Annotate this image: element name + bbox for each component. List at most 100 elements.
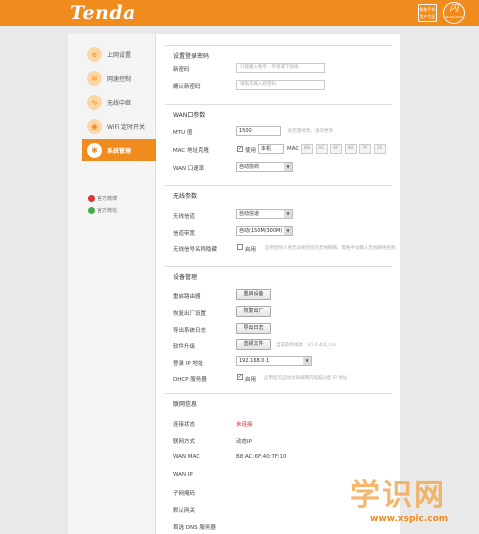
social-icon [88, 195, 95, 202]
watermark-text: 学识网 [350, 478, 446, 513]
speed-icon: ≋ [87, 70, 102, 86]
mac-octet-field[interactable]: 10 [373, 144, 386, 154]
hide-ssid-check-label: 启用 [245, 247, 257, 253]
firmware-version-hint: 当前软件版本：V1.0.4(0_cn) [276, 343, 336, 348]
export-log-label: 导出系统日志 [173, 328, 207, 334]
dhcp-checkbox[interactable]: ✓ [237, 374, 243, 380]
mac-clone-label: MAC 地址克隆 [173, 148, 210, 154]
tenda-wifi-label: Tenda Wi-Fi [445, 15, 463, 19]
chevron-down-icon: ▼ [284, 163, 292, 171]
sidebar-item[interactable]: e 上网设置 [82, 43, 156, 65]
mac-octet-field[interactable]: AC [315, 144, 328, 154]
sidebar-item[interactable]: ◉ WiFi 定时开关 [82, 115, 156, 137]
section-network: 联网信息 [165, 393, 392, 408]
watermark: 学识网 www.xspic.com [320, 470, 479, 534]
tenda-wifi-icon: 闪 [449, 4, 459, 14]
mac-clone-checkbox[interactable]: ✓ [237, 146, 243, 152]
bandwidth-select[interactable]: 自动(150M/300M) ▼ [236, 226, 293, 236]
bandwidth-value: 自动(150M/300M) [239, 228, 283, 234]
section-title: 无线参数 [173, 193, 198, 200]
confirm-password-input[interactable]: 请再次输入新密码 [236, 80, 325, 90]
reset-label: 恢复出厂设置 [173, 311, 207, 317]
globe-icon: e [87, 46, 102, 62]
network-info-label: 连接状态 [173, 422, 196, 428]
gear-icon: ✱ [87, 142, 102, 158]
mac-octet-field[interactable]: 40 [344, 144, 357, 154]
tenda-wifi-app-button[interactable]: 闪 Tenda Wi-Fi [443, 2, 465, 24]
sidebar-item[interactable]: ∿ 无线中继 [82, 91, 156, 113]
section-title: 联网信息 [173, 401, 198, 408]
mac-prefix-label: MAC [287, 146, 300, 152]
social-link[interactable]: 官方微信 [88, 207, 117, 214]
upgrade-label: 软件升级 [173, 344, 196, 350]
channel-value: 自动信道 [239, 211, 260, 217]
sidebar-item-label: 系统管理 [107, 147, 132, 155]
section-title: 设备管理 [173, 274, 198, 281]
reboot-button[interactable]: 重启设备 [236, 289, 271, 300]
chevron-down-icon: ▼ [284, 210, 292, 218]
header-bar: Tenda 智能手机 用户专区 闪 Tenda Wi-Fi [0, 0, 479, 26]
sidebar-item-label: 网速控制 [107, 75, 132, 83]
lan-ip-select[interactable]: 192.168.0.1 ▼ [236, 356, 312, 366]
channel-select[interactable]: 自动信道 ▼ [236, 209, 293, 219]
sidebar-item-label: WiFi 定时开关 [107, 123, 146, 131]
social-label: 官方微信 [97, 208, 118, 214]
network-info-label: 子网掩码 [173, 490, 196, 497]
mac-source-value: 本机 [261, 146, 272, 152]
relay-icon: ∿ [87, 94, 102, 110]
sidebar-item-label: 无线中继 [107, 99, 132, 107]
dhcp-hint: 启用后可自动为局域网内电脑分配 IP 地址 [264, 376, 348, 381]
mtu-value: 1500 [239, 128, 252, 134]
social-label: 官方微博 [97, 196, 118, 202]
mac-octet-field[interactable]: 7F [359, 144, 371, 154]
mac-octet-field[interactable]: B8 [301, 144, 313, 154]
hide-ssid-label: 无线信号名称隐藏 [173, 247, 218, 253]
sidebar-item[interactable]: ✱ 系统管理 [82, 139, 156, 161]
new-password-input[interactable]: 只能输入数字、字母或下划线 [236, 63, 325, 73]
hide-ssid-checkbox[interactable] [237, 244, 243, 250]
watermark-url: www.xspic.com [370, 514, 449, 524]
mobile-user-line2: 用户专区 [419, 14, 436, 19]
network-info-label: WAN IP [173, 471, 193, 478]
lan-ip-value: 192.168.0.1 [239, 358, 270, 364]
network-info-label: 首选 DNS 服务器 [173, 525, 216, 532]
mtu-input[interactable]: 1500 [236, 126, 281, 136]
social-link[interactable]: 官方微博 [88, 195, 117, 202]
network-info-label: 默认网关 [173, 508, 196, 514]
section-device: 设备管理 [165, 266, 392, 281]
hide-ssid-hint: 启用后别人将无法搜到您的无线网络，需要手动输入无线网络名称 [265, 246, 396, 251]
mtu-hint: 如无需修改，请勿更改 [288, 129, 333, 134]
reboot-label: 重启路由器 [173, 294, 201, 300]
chevron-down-icon: ▼ [284, 227, 292, 235]
tenda-logo: Tenda [70, 2, 136, 24]
section-login: 设置登录密码 [165, 45, 392, 60]
confirm-password-label: 确认新密码 [173, 84, 201, 90]
new-password-label: 新密码 [173, 67, 190, 73]
sidebar-item[interactable]: ≋ 网速控制 [82, 67, 156, 89]
section-title: 设置登录密码 [173, 53, 210, 60]
reset-button[interactable]: 恢复出厂 [236, 306, 271, 317]
chevron-down-icon: ▼ [303, 357, 311, 365]
section-title: WAN口参数 [173, 112, 206, 119]
network-info-value: B8:AC:6F:40:7F:10 [236, 454, 287, 461]
dhcp-check-label: 启用 [245, 377, 257, 383]
network-info-label: 联网方式 [173, 439, 196, 446]
section-wan: WAN口参数 [165, 104, 392, 119]
mac-octet-field[interactable]: 6F [330, 144, 342, 154]
mac-source-select[interactable]: 本机 [258, 144, 284, 154]
mobile-user-button[interactable]: 智能手机 用户专区 [418, 4, 437, 22]
mtu-label: MTU 值 [173, 130, 193, 136]
wan-speed-select[interactable]: 自动协商 ▼ [236, 162, 293, 172]
network-info-value: 未连接 [236, 422, 253, 428]
dhcp-label: DHCP 服务器 [173, 377, 207, 383]
wifi-icon: ◉ [87, 118, 102, 134]
lan-ip-label: 登录 IP 地址 [173, 361, 204, 367]
wan-speed-value: 自动协商 [239, 164, 260, 170]
bandwidth-label: 信道带宽 [173, 231, 196, 237]
mobile-user-line1: 智能手机 [419, 7, 436, 12]
section-wireless: 无线参数 [165, 185, 392, 200]
export-log-button[interactable]: 导出日志 [236, 323, 271, 334]
wan-speed-label: WAN 口速率 [173, 166, 205, 172]
choose-file-button[interactable]: 选择文件 [236, 339, 271, 350]
mac-clone-check-label: 使用 [245, 148, 257, 154]
